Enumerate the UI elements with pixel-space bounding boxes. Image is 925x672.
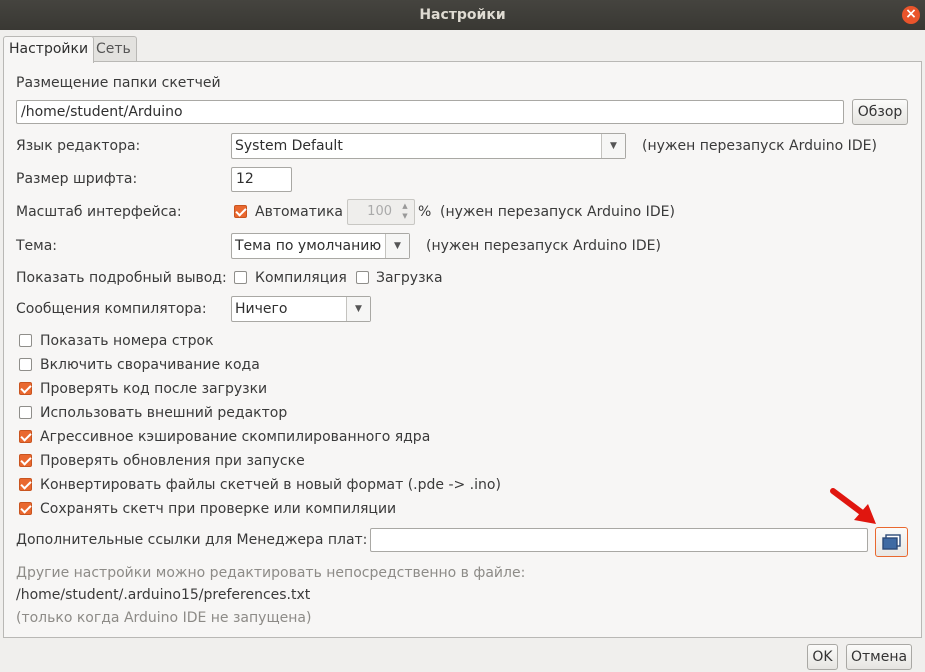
option-verify-upload-checkbox[interactable] — [19, 382, 32, 395]
ok-button[interactable]: OK — [807, 644, 838, 670]
editor-language-note: (нужен перезапуск Arduino IDE) — [642, 138, 877, 154]
option-aggressive-cache-label: Агрессивное кэширование скомпилированног… — [40, 429, 431, 445]
board-manager-urls-label: Дополнительные ссылки для Менеджера плат… — [16, 532, 368, 548]
option-check-updates-label: Проверять обновления при запуске — [40, 453, 305, 469]
verbose-upload-label: Загрузка — [376, 270, 443, 286]
chevron-down-icon: ▼ — [601, 134, 625, 158]
cancel-button[interactable]: Отмена — [846, 644, 912, 670]
more-preferences-text: Другие настройки можно редактировать неп… — [16, 565, 526, 581]
editor-language-select[interactable]: System Default ▼ — [231, 133, 626, 159]
compiler-warnings-value: Ничего — [235, 301, 288, 317]
option-save-on-verify-label: Сохранять скетч при проверке или компиля… — [40, 501, 397, 517]
board-manager-urls-input[interactable] — [370, 528, 868, 552]
sketchbook-path-input[interactable]: /home/student/Arduino — [16, 100, 844, 124]
compiler-warnings-select[interactable]: Ничего ▼ — [231, 296, 371, 322]
option-external-editor-label: Использовать внешний редактор — [40, 405, 288, 421]
window-title: Настройки — [419, 7, 506, 23]
option-save-on-verify-checkbox[interactable] — [19, 502, 32, 515]
annotation-arrow-icon — [830, 488, 876, 524]
option-aggressive-cache-checkbox[interactable] — [19, 430, 32, 443]
interface-scale-unit: % — [418, 204, 432, 220]
board-manager-urls-button[interactable] — [875, 527, 908, 557]
preferences-edit-note: (только когда Arduino IDE не запущена) — [16, 610, 312, 626]
tab-network[interactable]: Сеть — [90, 36, 137, 62]
editor-language-value: System Default — [235, 138, 343, 154]
option-check-updates-checkbox[interactable] — [19, 454, 32, 467]
verbose-upload-checkbox[interactable] — [356, 271, 369, 284]
chevron-down-icon: ▼ — [385, 234, 409, 258]
interface-scale-label: Масштаб интерфейса: — [16, 204, 182, 220]
option-convert-files-checkbox[interactable] — [19, 478, 32, 491]
window-list-icon — [882, 534, 901, 550]
font-size-label: Размер шрифта: — [16, 171, 138, 187]
theme-value: Тема по умолчанию — [235, 238, 382, 254]
compiler-warnings-label: Сообщения компилятора: — [16, 301, 207, 317]
window-titlebar: Настройки × — [0, 0, 925, 30]
option-code-folding-label: Включить сворачивание кода — [40, 357, 260, 373]
theme-select[interactable]: Тема по умолчанию ▼ — [231, 233, 410, 259]
option-line-numbers-checkbox[interactable] — [19, 334, 32, 347]
verbose-compile-label: Компиляция — [255, 270, 347, 286]
chevron-down-icon[interactable]: ▼ — [398, 212, 412, 223]
editor-language-label: Язык редактора: — [16, 138, 141, 154]
theme-label: Тема: — [16, 238, 58, 254]
tab-settings[interactable]: Настройки — [3, 36, 95, 63]
interface-scale-note: (нужен перезапуск Arduino IDE) — [440, 204, 675, 220]
option-line-numbers-label: Показать номера строк — [40, 333, 214, 349]
verbose-compile-checkbox[interactable] — [234, 271, 247, 284]
sketchbook-label: Размещение папки скетчей — [16, 75, 221, 91]
option-external-editor-checkbox[interactable] — [19, 406, 32, 419]
option-verify-upload-label: Проверять код после загрузки — [40, 381, 268, 397]
chevron-down-icon: ▼ — [346, 297, 370, 321]
option-convert-files-label: Конвертировать файлы скетчей в новый фор… — [40, 477, 501, 493]
interface-scale-auto-checkbox[interactable] — [234, 205, 247, 218]
browse-button[interactable]: Обзор — [852, 99, 908, 125]
interface-scale-spinner[interactable]: 100 ▲ ▼ — [347, 199, 415, 225]
preferences-file-path: /home/student/.arduino15/preferences.txt — [16, 587, 311, 603]
option-code-folding-checkbox[interactable] — [19, 358, 32, 371]
font-size-input[interactable]: 12 — [231, 167, 292, 192]
interface-scale-value: 100 — [367, 204, 392, 219]
verbose-output-label: Показать подробный вывод: — [16, 270, 227, 286]
close-icon[interactable]: × — [902, 6, 920, 24]
theme-note: (нужен перезапуск Arduino IDE) — [426, 238, 661, 254]
interface-scale-auto-label: Автоматика — [255, 204, 343, 220]
